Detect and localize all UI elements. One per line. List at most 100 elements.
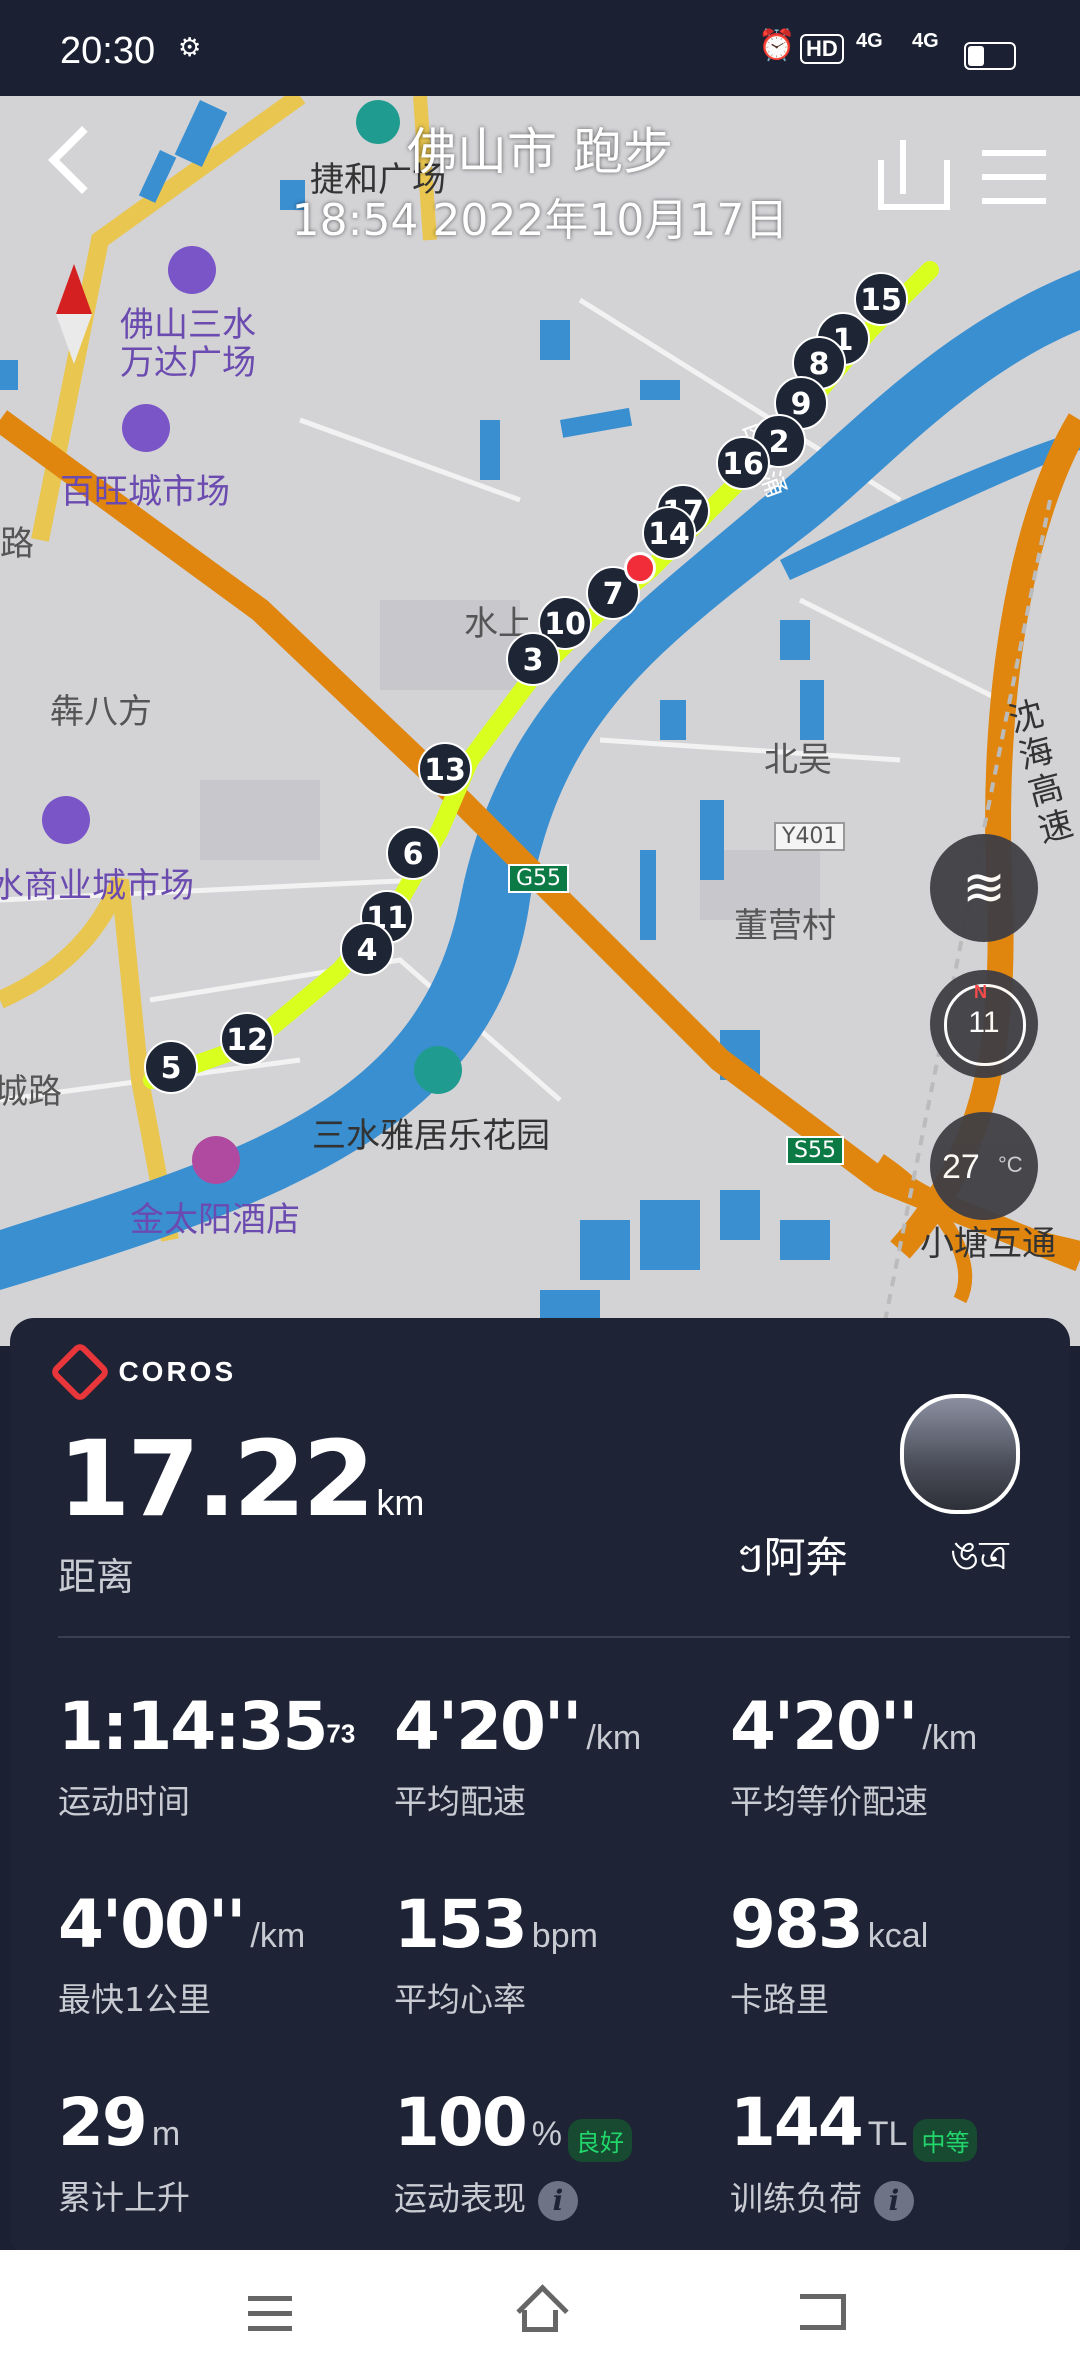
stat-value: 153 xyxy=(394,1886,528,1963)
stat-sup: 73 xyxy=(326,1718,356,1749)
stat-value: 1:14:35 xyxy=(58,1688,328,1765)
highway-shield-g55: G55 xyxy=(508,864,570,893)
map-label-baiwang: 百旺城市场 xyxy=(60,472,230,512)
4g-signal-icon: 4G xyxy=(856,30,883,52)
north-arrow-icon xyxy=(56,264,92,314)
hotel-pin-icon xyxy=(192,1136,240,1184)
stat-unit: kcal xyxy=(867,1917,929,1955)
map-label-y401: Y401 xyxy=(774,822,846,851)
brand-name: COROS xyxy=(118,1356,237,1387)
avatar[interactable] xyxy=(900,1394,1020,1514)
current-position-marker xyxy=(624,552,656,584)
stat-unit: bpm xyxy=(531,1917,598,1955)
stats-panel: COROS 17.22 km 距离 ៗ阿奔 ঙত্র 1:14:3573 运动时… xyxy=(10,1318,1070,2258)
stat-label: 运动时间 xyxy=(58,1782,190,1821)
coros-logo-icon xyxy=(48,1340,112,1404)
hd-icon: HD xyxy=(800,34,844,64)
residence-pin-icon xyxy=(414,1046,462,1094)
km-marker[interactable]: 14 xyxy=(642,506,696,560)
alarm-icon: ⏰ xyxy=(758,29,796,62)
stat-calories: 983 kcal 卡路里 xyxy=(730,1886,928,2021)
stat-label: 累计上升 xyxy=(58,2178,190,2217)
distance-block: 17.22 km 距离 xyxy=(58,1418,424,1601)
stat-unit: /km xyxy=(586,1719,642,1757)
stat-label: 运动表现 xyxy=(394,2179,526,2219)
distance-value: 17.22 xyxy=(58,1418,375,1540)
stat-value: 983 xyxy=(730,1886,864,1963)
stat-value: 144 xyxy=(730,2084,864,2161)
stat-label: 卡路里 xyxy=(730,1980,829,2019)
stat-duration: 1:14:3573 运动时间 xyxy=(58,1688,355,1823)
recents-menu-icon[interactable] xyxy=(248,2296,292,2331)
temperature-unit: °C xyxy=(998,1152,1023,1177)
distance-unit: km xyxy=(376,1482,425,1523)
divider xyxy=(58,1636,1070,1638)
km-marker[interactable]: 5 xyxy=(144,1040,198,1094)
info-icon[interactable]: i xyxy=(538,2180,578,2221)
stat-unit: m xyxy=(151,2115,181,2153)
map-label-dongying: 董营村 xyxy=(734,906,836,946)
map-layers-button[interactable]: ≋ xyxy=(930,834,1038,942)
username-suffix: ঙত্র xyxy=(950,1533,1009,1579)
stat-unit: /km xyxy=(922,1719,978,1757)
status-badge: 中等 xyxy=(913,2119,978,2163)
km-marker[interactable]: 4 xyxy=(340,922,394,976)
north-arrow-tail xyxy=(56,314,92,364)
map-label-weibafang: 犇八方 xyxy=(50,692,152,732)
battery-icon xyxy=(964,42,1016,70)
share-icon[interactable] xyxy=(878,160,950,210)
menu-icon[interactable] xyxy=(982,150,1046,204)
coros-logo: COROS xyxy=(48,1340,237,1404)
compass-value: 11 xyxy=(968,1006,1000,1039)
compass-north-label: N xyxy=(974,982,987,1002)
4g-signal-icon: 4G xyxy=(912,30,939,52)
map-label-beiwu: 北吴 xyxy=(764,740,832,780)
home-icon[interactable] xyxy=(516,2284,569,2337)
back-nav-icon[interactable] xyxy=(800,2294,846,2330)
km-marker[interactable]: 13 xyxy=(418,742,472,796)
stat-label: 训练负荷 xyxy=(730,2179,862,2219)
map-label-hotel: 金太阳酒店 xyxy=(130,1200,300,1240)
distance-label: 距离 xyxy=(58,1557,135,1599)
map-label-road: 路 xyxy=(0,524,34,564)
map-label-interchange: 小塘互通 xyxy=(920,1224,1056,1264)
temperature-widget: 27 °C xyxy=(930,1112,1038,1220)
stat-value: 100 xyxy=(394,2084,528,2161)
stat-value: 4'20'' xyxy=(394,1688,582,1765)
share-icon-stem xyxy=(900,140,906,194)
stat-avg-pace: 4'20''/km 平均配速 xyxy=(394,1688,641,1823)
market-pin-icon xyxy=(42,796,90,844)
km-marker[interactable]: 6 xyxy=(386,826,440,880)
compass-button[interactable]: N 11 xyxy=(930,970,1038,1078)
km-marker[interactable]: 12 xyxy=(220,1012,274,1066)
stat-label: 平均配速 xyxy=(394,1782,526,1821)
stat-unit: /km xyxy=(250,1917,306,1955)
market-pin-icon xyxy=(122,404,170,452)
layers-icon: ≋ xyxy=(962,859,1006,917)
stat-value: 4'20'' xyxy=(730,1688,918,1765)
mall-pin-icon xyxy=(168,246,216,294)
stat-value: 4'00'' xyxy=(58,1886,246,1963)
route-map[interactable]: 佛山三水 万达广场 百旺城市场 路 犇八方 水商业城市场 城路 金太阳酒店 三水… xyxy=(0,96,1080,1346)
status-badge: 良好 xyxy=(568,2119,633,2163)
km-marker[interactable]: 15 xyxy=(854,272,908,326)
km-marker[interactable]: 3 xyxy=(506,632,560,686)
map-label-chenglu: 城路 xyxy=(0,1072,62,1112)
map-canvas xyxy=(0,96,1080,1346)
stat-unit: TL xyxy=(867,2115,908,2153)
map-label-market: 水商业城市场 xyxy=(0,866,194,906)
stat-training-load: 144 TL 中等 训练负荷 i xyxy=(730,2084,978,2221)
map-label-wanda: 佛山三水 万达广场 xyxy=(120,305,256,383)
info-icon[interactable]: i xyxy=(874,2180,914,2221)
stat-performance: 100% 良好 运动表现 i xyxy=(394,2084,633,2221)
username: ៗ阿奔 xyxy=(736,1533,848,1582)
km-marker[interactable]: 16 xyxy=(716,436,770,490)
stat-fastest-km: 4'00''/km 最快1公里 xyxy=(58,1886,305,2021)
map-label-garden: 三水雅居乐花园 xyxy=(312,1116,550,1156)
status-bar: 20:30 ⚙ ⏰ HD 4G 4G xyxy=(0,0,1080,96)
stat-elevation-gain: 29 m 累计上升 xyxy=(58,2084,190,2219)
settings-icon: ⚙ xyxy=(178,32,202,62)
stat-heart-rate: 153 bpm 平均心率 xyxy=(394,1886,598,2021)
stat-value: 29 xyxy=(58,2084,148,2161)
stat-label: 最快1公里 xyxy=(58,1980,211,2019)
